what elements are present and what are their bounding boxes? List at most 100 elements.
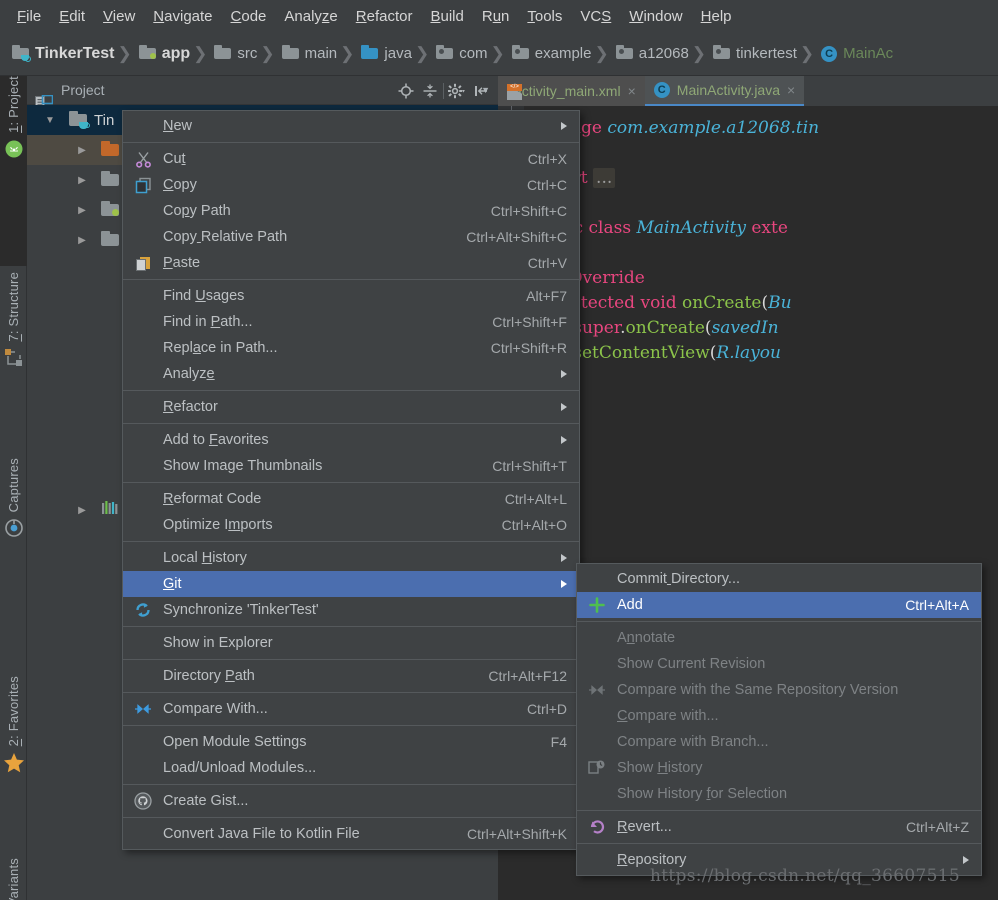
menu-item-label: Add to Favorites bbox=[163, 432, 269, 448]
settings-gear-icon[interactable] bbox=[446, 80, 468, 102]
menu-item-accelerator: Ctrl+Alt+Shift+C bbox=[466, 229, 567, 245]
tool-stripe-project[interactable]: 1: Project bbox=[0, 76, 27, 266]
project-context-menu[interactable]: New Cut Ctrl+X Copy Ctrl+C Copy Path Ctrl+Shif… bbox=[122, 110, 580, 850]
editor-tab-close-icon[interactable]: × bbox=[787, 82, 795, 98]
hide-panel-icon[interactable] bbox=[470, 80, 492, 102]
breadcrumb-item-a12068[interactable]: a12068 bbox=[610, 32, 691, 76]
breadcrumb-item-app[interactable]: app bbox=[133, 32, 192, 76]
menu-separator bbox=[123, 626, 579, 627]
breadcrumb-item-src[interactable]: src bbox=[208, 32, 259, 76]
ctx-new[interactable]: New bbox=[123, 113, 579, 139]
tree-expand-arrow[interactable]: ▼ bbox=[41, 115, 59, 126]
menu-file[interactable]: File bbox=[8, 5, 50, 28]
tool-stripe-captures[interactable]: Captures bbox=[0, 458, 27, 628]
ctx-synchronize-tinkertest[interactable]: Synchronize 'TinkerTest' bbox=[123, 597, 579, 623]
git-compare-with-branch[interactable]: Compare with Branch... bbox=[577, 729, 981, 755]
breadcrumb-item-mainac[interactable]: C MainAc bbox=[815, 32, 895, 76]
ctx-cut[interactable]: Cut Ctrl+X bbox=[123, 146, 579, 172]
tree-expand-arrow[interactable]: ▶ bbox=[73, 175, 91, 186]
ctx-show-in-explorer[interactable]: Show in Explorer bbox=[123, 630, 579, 656]
menu-vcs[interactable]: VCS bbox=[571, 5, 620, 28]
collapse-all-icon[interactable] bbox=[419, 80, 441, 102]
ctx-refactor[interactable]: Refactor bbox=[123, 394, 579, 420]
tool-stripe-variants[interactable]: Variants bbox=[0, 858, 27, 900]
menu-analyze[interactable]: Analyze bbox=[275, 5, 346, 28]
tool-stripe-structure[interactable]: 7: Structure bbox=[0, 272, 27, 452]
menu-window[interactable]: Window bbox=[620, 5, 691, 28]
menu-build[interactable]: Build bbox=[421, 5, 472, 28]
menu-view[interactable]: View bbox=[94, 5, 144, 28]
ctx-add-to-favorites[interactable]: Add to Favorites bbox=[123, 427, 579, 453]
git-compare-with-the-same-repository-version[interactable]: Compare with the Same Repository Version bbox=[577, 677, 981, 703]
breadcrumb-item-tinkertest[interactable]: TinkerTest bbox=[6, 32, 116, 76]
tree-expand-arrow[interactable]: ▶ bbox=[73, 145, 91, 156]
ctx-optimize-imports[interactable]: Optimize Imports Ctrl+Alt+O bbox=[123, 512, 579, 538]
ctx-copy-relative-path[interactable]: Copy Relative Path Ctrl+Alt+Shift+C bbox=[123, 224, 579, 250]
menu-tools[interactable]: Tools bbox=[518, 5, 571, 28]
menu-item-label: Local History bbox=[163, 550, 247, 566]
menu-separator bbox=[123, 142, 579, 143]
git-compare-with[interactable]: Compare with... bbox=[577, 703, 981, 729]
ctx-directory-path[interactable]: Directory Path Ctrl+Alt+F12 bbox=[123, 663, 579, 689]
tree-expand-arrow[interactable]: ▶ bbox=[73, 235, 91, 246]
git-submenu[interactable]: Commit Directory... Add Ctrl+Alt+A Annotate… bbox=[576, 563, 982, 876]
breadcrumb-item-example[interactable]: example bbox=[506, 32, 594, 76]
menu-item-label: Analyze bbox=[163, 366, 215, 382]
editor-tab-MainActivity-java[interactable]: C MainActivity.java × bbox=[644, 76, 805, 106]
ctx-copy[interactable]: Copy Ctrl+C bbox=[123, 172, 579, 198]
git-show-history-for-selection[interactable]: Show History for Selection bbox=[577, 781, 981, 807]
breadcrumb-item-com[interactable]: com bbox=[430, 32, 489, 76]
code-token: MainActivity bbox=[636, 218, 746, 238]
ctx-load-unload-modules[interactable]: Load/Unload Modules... bbox=[123, 755, 579, 781]
ctx-convert-java-file-to-kotlin-file[interactable]: Convert Java File to Kotlin File Ctrl+Alt… bbox=[123, 821, 579, 847]
breadcrumb-label: TinkerTest bbox=[35, 44, 115, 62]
breadcrumb-item-java[interactable]: java bbox=[355, 32, 414, 76]
breadcrumb-separator: ❯ bbox=[414, 43, 430, 63]
icon-captures-icon bbox=[4, 518, 24, 541]
icon-external-libraries-icon bbox=[101, 501, 121, 519]
editor-tab-activity_main-xml[interactable]: </> activity_main.xml × bbox=[498, 76, 645, 106]
git-add[interactable]: Add Ctrl+Alt+A bbox=[577, 592, 981, 618]
code-line: setContentView(R.layou bbox=[530, 341, 998, 366]
menu-refactor[interactable]: Refactor bbox=[347, 5, 422, 28]
menu-code[interactable]: Code bbox=[222, 5, 276, 28]
tree-expand-arrow[interactable]: ▶ bbox=[73, 205, 91, 216]
ctx-replace-in-path[interactable]: Replace in Path... Ctrl+Shift+R bbox=[123, 335, 579, 361]
menu-item-accelerator: F4 bbox=[550, 734, 567, 750]
breadcrumb-item-tinkertest[interactable]: tinkertest bbox=[707, 32, 799, 76]
ctx-find-in-path[interactable]: Find in Path... Ctrl+Shift+F bbox=[123, 309, 579, 335]
ctx-reformat-code[interactable]: Reformat Code Ctrl+Alt+L bbox=[123, 486, 579, 512]
locate-icon[interactable] bbox=[395, 80, 417, 102]
git-show-history[interactable]: Show History bbox=[577, 755, 981, 781]
editor-tab-close-icon[interactable]: × bbox=[628, 83, 636, 99]
tool-stripe-favorites[interactable]: 2: Favorites bbox=[0, 676, 27, 826]
ctx-paste[interactable]: Paste Ctrl+V bbox=[123, 250, 579, 276]
breadcrumb-separator: ❯ bbox=[594, 43, 609, 63]
ctx-analyze[interactable]: Analyze bbox=[123, 361, 579, 387]
ctx-git[interactable]: Git bbox=[123, 571, 579, 597]
git-annotate[interactable]: Annotate bbox=[577, 625, 981, 651]
menu-navigate[interactable]: Navigate bbox=[144, 5, 221, 28]
ctx-compare-with[interactable]: Compare With... Ctrl+D bbox=[123, 696, 579, 722]
breadcrumb-label: a12068 bbox=[638, 45, 689, 62]
icon-cut-icon bbox=[134, 150, 152, 168]
menu-separator bbox=[123, 692, 579, 693]
menu-help[interactable]: Help bbox=[692, 5, 741, 28]
ctx-open-module-settings[interactable]: Open Module Settings F4 bbox=[123, 729, 579, 755]
tree-expand-arrow[interactable]: ▶ bbox=[73, 505, 91, 516]
ctx-show-image-thumbnails[interactable]: Show Image Thumbnails Ctrl+Shift+T bbox=[123, 453, 579, 479]
menu-run[interactable]: Run bbox=[473, 5, 519, 28]
breadcrumb-label: app bbox=[161, 44, 191, 62]
menu-item-label: Replace in Path... bbox=[163, 340, 278, 356]
menu-edit[interactable]: Edit bbox=[50, 5, 94, 28]
git-commit-directory[interactable]: Commit Directory... bbox=[577, 566, 981, 592]
ctx-find-usages[interactable]: Find Usages Alt+F7 bbox=[123, 283, 579, 309]
ctx-copy-path[interactable]: Copy Path Ctrl+Shift+C bbox=[123, 198, 579, 224]
ctx-local-history[interactable]: Local History bbox=[123, 545, 579, 571]
breadcrumb-separator: ❯ bbox=[490, 43, 505, 63]
ctx-create-gist[interactable]: Create Gist... bbox=[123, 788, 579, 814]
breadcrumb-item-main[interactable]: main bbox=[276, 32, 340, 76]
folder-icon bbox=[214, 45, 232, 62]
git-revert[interactable]: Revert... Ctrl+Alt+Z bbox=[577, 814, 981, 840]
git-show-current-revision[interactable]: Show Current Revision bbox=[577, 651, 981, 677]
